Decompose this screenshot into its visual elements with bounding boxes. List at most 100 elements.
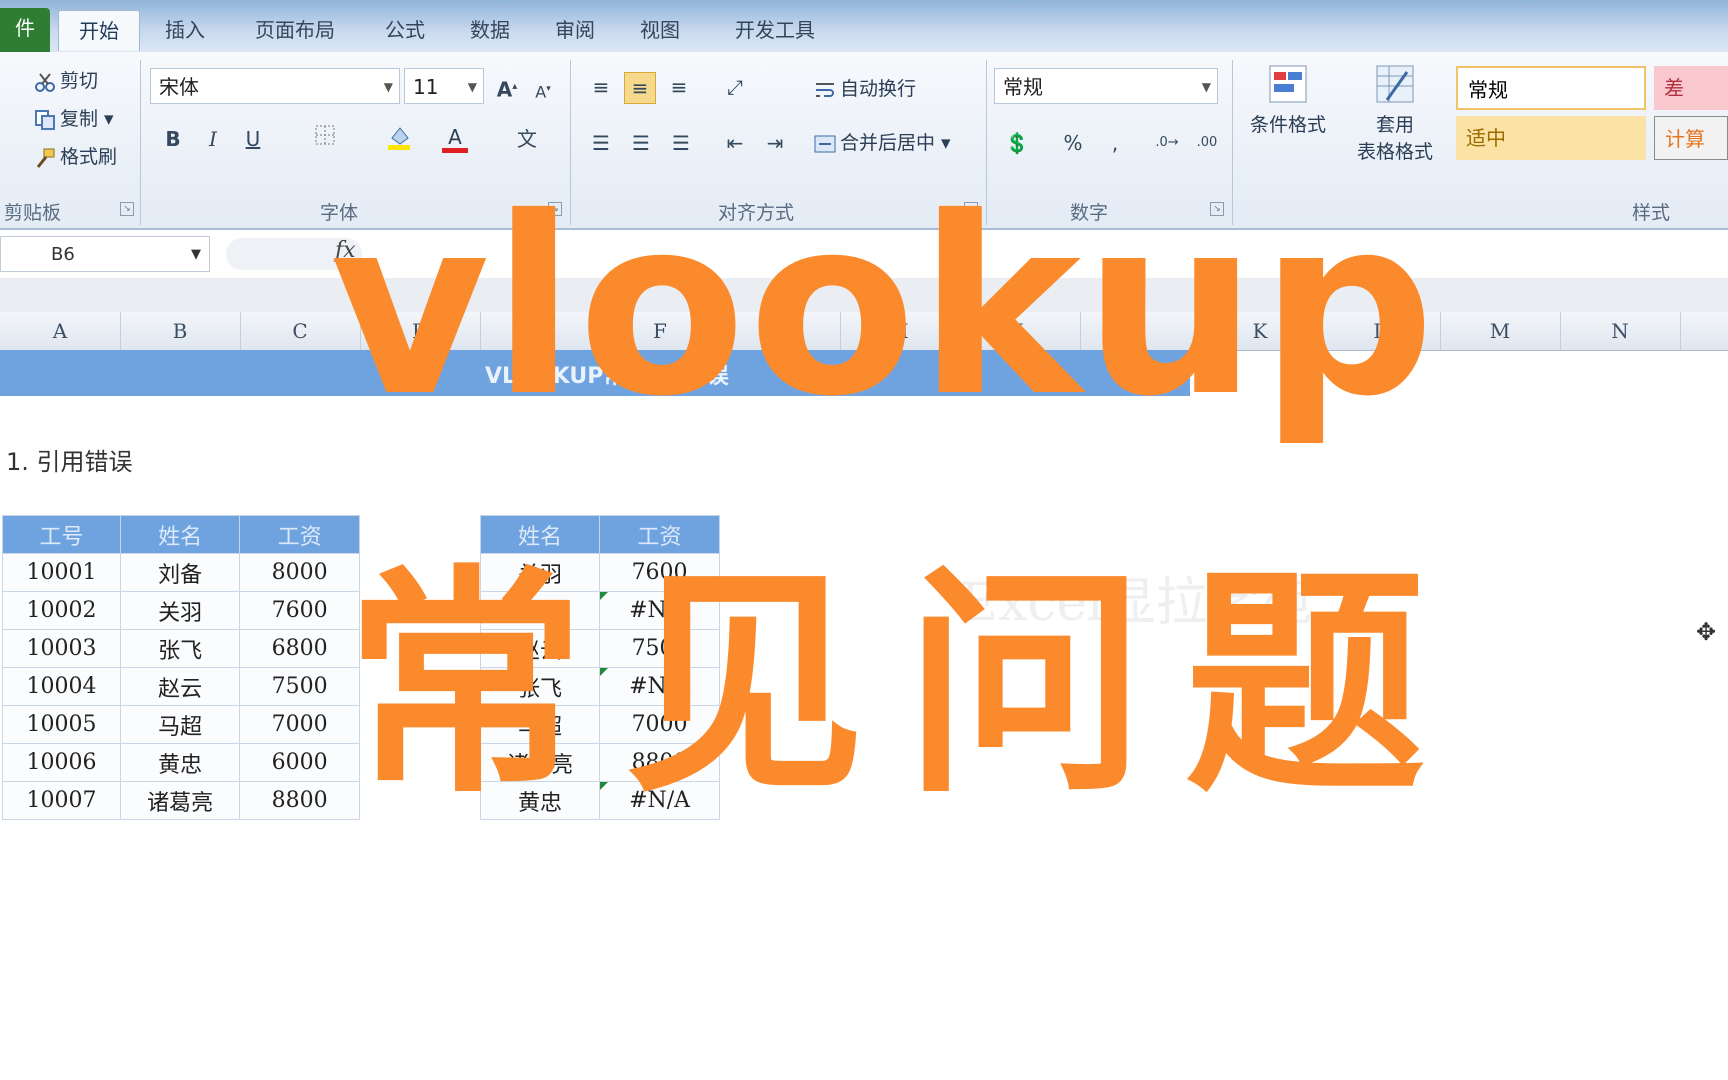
border-icon[interactable] (310, 124, 340, 154)
shrink-font-icon[interactable]: A▾ (528, 74, 558, 104)
ribbon-tab-bar: 件 开始 插入 页面布局 公式 数据 审阅 视图 开发工具 (0, 0, 1728, 52)
table-cell[interactable]: 张飞 (120, 629, 241, 668)
chevron-down-icon: ▼ (191, 247, 201, 262)
orientation-icon[interactable]: ⤢ (720, 72, 750, 102)
table-cell[interactable]: 7000 (239, 705, 360, 744)
align-top-icon[interactable]: ≡ (586, 72, 616, 102)
wrap-text-button[interactable]: 自动换行 (814, 74, 916, 104)
table-format-label-2: 表格格式 (1356, 141, 1433, 163)
brush-icon (34, 147, 56, 169)
divider (140, 60, 141, 225)
table-cell[interactable]: 10001 (1, 553, 122, 592)
table-header[interactable]: 工资 (239, 515, 360, 554)
table-cell[interactable]: 马超 (120, 705, 241, 744)
table-cell[interactable]: 10002 (1, 591, 122, 630)
font-size-select[interactable]: 11 ▼ (404, 68, 484, 104)
table-cell[interactable]: 7500 (239, 667, 360, 706)
table-cell[interactable]: 10005 (1, 705, 122, 744)
tab-formulas[interactable]: 公式 (370, 10, 440, 50)
table-row: 10001 刘备 8000 (1, 553, 360, 592)
column-header-b[interactable]: B (120, 312, 241, 350)
column-header-m[interactable]: M (1440, 312, 1561, 350)
clipboard-group-label: 剪贴板 (4, 202, 62, 224)
cut-button[interactable]: 剪切 (34, 66, 98, 96)
table-cell[interactable]: 诸葛亮 (120, 781, 241, 820)
table-cell[interactable]: 8800 (239, 781, 360, 820)
table-format-button[interactable]: 套用 表格格式 (1340, 62, 1450, 164)
align-center-icon[interactable]: ☰ (626, 128, 656, 158)
tab-file[interactable]: 件 (0, 8, 50, 52)
table-cell[interactable]: 10003 (1, 629, 122, 668)
table-row: 10006 黄忠 6000 (1, 743, 360, 782)
style-normal[interactable]: 常规 (1456, 66, 1646, 110)
table-header[interactable]: 姓名 (120, 515, 241, 554)
decrease-decimal-icon[interactable]: .00 (1192, 128, 1222, 158)
table-row: 10005 马超 7000 (1, 705, 360, 744)
table-cell[interactable]: 黄忠 (120, 743, 241, 782)
font-size-value: 11 (413, 75, 439, 99)
style-calculation[interactable]: 计算 (1654, 116, 1728, 160)
copy-label: 复制 (60, 108, 99, 130)
table-cell[interactable]: 6800 (239, 629, 360, 668)
tab-review[interactable]: 审阅 (540, 10, 610, 50)
table-cell[interactable]: 8000 (239, 553, 360, 592)
table-cell[interactable]: 10006 (1, 743, 122, 782)
tab-page-layout[interactable]: 页面布局 (240, 10, 350, 50)
tab-data[interactable]: 数据 (455, 10, 525, 50)
name-box[interactable]: B6 ▼ (0, 236, 210, 272)
style-bad[interactable]: 差 (1654, 66, 1728, 110)
move-cursor-icon: ✥ (1696, 618, 1717, 646)
tab-developer[interactable]: 开发工具 (715, 10, 835, 50)
column-header-a[interactable]: A (0, 312, 121, 350)
copy-button[interactable]: 复制 ▾ (34, 104, 114, 134)
chevron-down-icon: ▼ (467, 80, 477, 94)
format-painter-label: 格式刷 (60, 146, 118, 168)
table-cell[interactable]: 10007 (1, 781, 122, 820)
section-heading: 1. 引用错误 (6, 448, 133, 476)
align-right-icon[interactable]: ☰ (666, 128, 696, 158)
wrap-text-icon (814, 79, 836, 101)
increase-indent-icon[interactable]: ⇥ (760, 128, 790, 158)
phonetic-icon[interactable]: 文 (512, 124, 542, 154)
chevron-down-icon: ▼ (383, 80, 393, 94)
align-bottom-icon[interactable]: ≡ (664, 72, 694, 102)
font-color-icon[interactable]: A (440, 122, 470, 153)
tab-view[interactable]: 视图 (625, 10, 695, 50)
decrease-indent-icon[interactable]: ⇤ (720, 128, 750, 158)
grow-font-icon[interactable]: A▴ (492, 72, 522, 102)
fill-color-icon[interactable] (384, 124, 414, 154)
bold-icon[interactable]: B (158, 124, 188, 154)
tab-home[interactable]: 开始 (58, 10, 140, 51)
table-cell[interactable]: 10004 (1, 667, 122, 706)
align-left-icon[interactable]: ☰ (586, 128, 616, 158)
copy-icon (34, 109, 56, 131)
increase-decimal-icon[interactable]: .0→ (1152, 128, 1182, 158)
overlay-title: vlookup (330, 165, 1438, 450)
table-cell[interactable]: 7600 (239, 591, 360, 630)
scissors-icon (34, 71, 56, 93)
format-painter-button[interactable]: 格式刷 (34, 142, 117, 172)
number-format-select[interactable]: 常规 ▼ (994, 68, 1218, 104)
table-cell[interactable]: 刘备 (120, 553, 241, 592)
conditional-format-icon (1248, 62, 1328, 110)
conditional-format-button[interactable]: 条件格式 (1248, 62, 1328, 137)
merge-center-button[interactable]: 合并后居中 ▾ (814, 128, 951, 158)
underline-icon[interactable]: U (238, 124, 268, 154)
tab-insert[interactable]: 插入 (150, 10, 220, 50)
clipboard-launcher-icon[interactable]: ↘ (120, 202, 134, 216)
font-name-select[interactable]: 宋体 ▼ (150, 68, 400, 104)
align-middle-icon[interactable]: ≡ (624, 72, 656, 104)
percent-icon[interactable]: % (1058, 128, 1088, 158)
style-neutral[interactable]: 适中 (1456, 116, 1646, 160)
currency-icon[interactable]: 💲 (1002, 128, 1032, 158)
table-cell[interactable]: 6000 (239, 743, 360, 782)
column-header-n[interactable]: N (1560, 312, 1681, 350)
table-cell[interactable]: 赵云 (120, 667, 241, 706)
chevron-down-icon: ▼ (1201, 80, 1211, 94)
conditional-format-label: 条件格式 (1249, 114, 1326, 136)
comma-icon[interactable]: , (1100, 128, 1130, 158)
number-format-value: 常规 (1003, 75, 1043, 99)
table-cell[interactable]: 关羽 (120, 591, 241, 630)
table-header[interactable]: 工号 (1, 515, 122, 554)
italic-icon[interactable]: I (198, 124, 228, 154)
